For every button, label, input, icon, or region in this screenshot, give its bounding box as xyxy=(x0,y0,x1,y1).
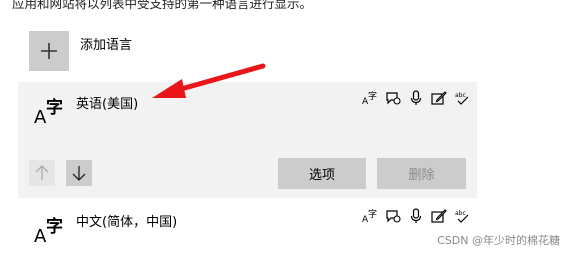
display-language-icon: A字 xyxy=(361,89,378,106)
move-down-button[interactable] xyxy=(66,160,92,186)
speech-icon xyxy=(384,89,401,106)
move-up-button[interactable] xyxy=(29,160,55,186)
microphone-icon xyxy=(407,89,424,106)
intro-text: 应用和网站将以列表中受支持的第一种语言进行显示。 xyxy=(12,0,313,11)
watermark: CSDN @年少时的棉花糖 xyxy=(437,234,560,247)
language-icon: A 字 xyxy=(34,98,63,128)
language-features: A字 abc xyxy=(361,89,470,106)
language-icon: A 字 xyxy=(34,217,63,247)
svg-text:字: 字 xyxy=(368,208,377,220)
handwriting-icon xyxy=(430,89,447,106)
options-button[interactable]: 选项 xyxy=(278,158,366,189)
speech-icon xyxy=(384,207,401,224)
plus-icon xyxy=(41,43,57,59)
add-language-button[interactable] xyxy=(29,31,69,71)
svg-text:abc: abc xyxy=(455,210,466,217)
language-features: A字 abc xyxy=(361,207,470,224)
add-language-label[interactable]: 添加语言 xyxy=(80,34,132,53)
language-name: 中文(简体，中国) xyxy=(76,215,178,230)
arrow-up-icon xyxy=(35,165,49,180)
svg-text:abc: abc xyxy=(455,92,466,99)
svg-text:字: 字 xyxy=(368,90,377,102)
handwriting-icon xyxy=(430,207,447,224)
spellcheck-icon: abc xyxy=(453,207,470,224)
spellcheck-icon: abc xyxy=(453,89,470,106)
language-name: 英语(美国) xyxy=(76,97,139,112)
remove-button[interactable]: 删除 xyxy=(377,158,466,189)
microphone-icon xyxy=(407,207,424,224)
display-language-icon: A字 xyxy=(361,207,378,224)
arrow-down-icon xyxy=(72,166,86,181)
